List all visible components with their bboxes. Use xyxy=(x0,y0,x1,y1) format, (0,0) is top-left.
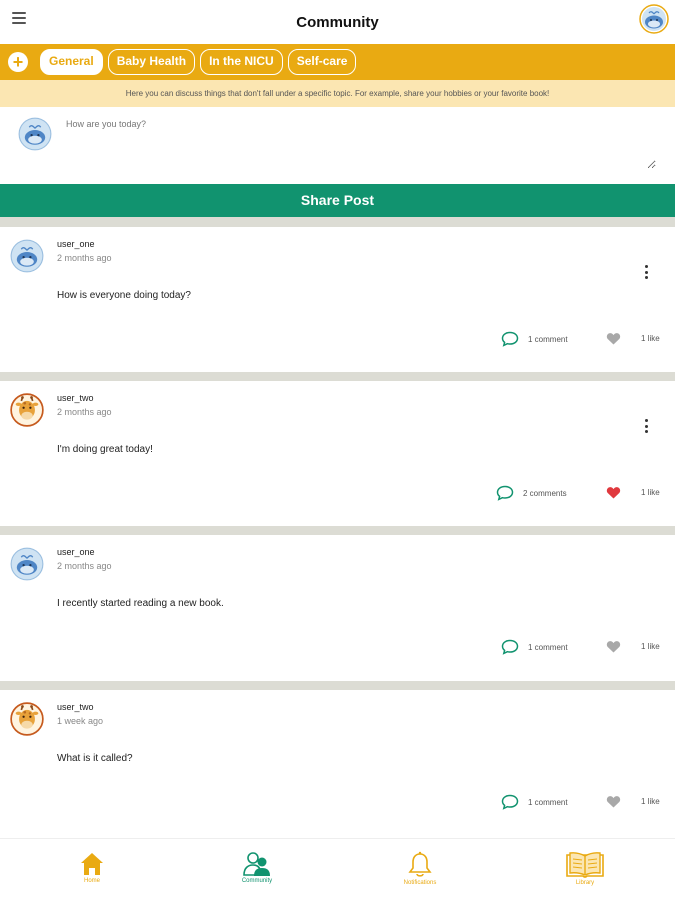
user-avatar[interactable] xyxy=(10,702,44,736)
whale-avatar-icon xyxy=(10,547,44,581)
post-text: How is everyone doing today? xyxy=(57,290,191,301)
like-button[interactable]: 1 like xyxy=(606,332,660,345)
compose-area xyxy=(0,107,675,184)
nav-notifications[interactable]: Notifications xyxy=(380,851,460,886)
topic-description: Here you can discuss things that don't f… xyxy=(0,80,675,107)
comment-count: 2 comments xyxy=(523,488,567,498)
like-count: 1 like xyxy=(641,488,660,497)
post-timestamp: 2 months ago xyxy=(57,407,112,417)
tab-in-the-nicu[interactable]: In the NICU xyxy=(200,49,283,75)
post-card: user_one 2 months ago I recently started… xyxy=(0,535,675,681)
add-topic-button[interactable]: + xyxy=(8,52,28,72)
post-card: user_one 2 months ago How is everyone do… xyxy=(0,227,675,372)
comment-count: 1 comment xyxy=(528,334,568,344)
whale-avatar-icon xyxy=(10,239,44,273)
comment-icon xyxy=(496,485,514,501)
heart-icon xyxy=(606,487,621,499)
nav-home[interactable]: Home xyxy=(52,851,132,884)
nav-label: Notifications xyxy=(403,880,437,886)
post-timestamp: 2 months ago xyxy=(57,253,112,263)
like-count: 1 like xyxy=(641,797,660,806)
post-timestamp: 2 months ago xyxy=(57,561,112,571)
post-username[interactable]: user_two xyxy=(57,702,94,712)
comment-icon xyxy=(501,794,519,810)
compose-avatar xyxy=(18,117,52,151)
nav-label: Home xyxy=(83,878,100,884)
home-icon xyxy=(81,853,103,875)
topic-tab-bar: + General Baby Health In the NICU Self-c… xyxy=(0,44,675,80)
user-avatar[interactable] xyxy=(10,547,44,581)
divider xyxy=(0,681,675,690)
nav-community[interactable]: Community xyxy=(217,851,297,884)
nav-library[interactable]: Library xyxy=(545,851,625,886)
comment-count: 1 comment xyxy=(528,642,568,652)
post-card: user_two 1 week ago What is it called? 1… xyxy=(0,690,675,838)
tab-self-care[interactable]: Self-care xyxy=(287,49,357,75)
more-options-icon[interactable] xyxy=(643,265,649,279)
like-count: 1 like xyxy=(641,334,660,343)
divider xyxy=(0,217,675,227)
nav-label: Library xyxy=(575,880,595,886)
book-icon xyxy=(566,852,604,878)
comment-icon xyxy=(501,331,519,347)
post-timestamp: 1 week ago xyxy=(57,716,104,726)
comment-count: 1 comment xyxy=(528,797,568,807)
community-icon xyxy=(243,852,270,876)
heart-icon xyxy=(606,641,621,653)
giraffe-avatar-icon xyxy=(10,393,44,427)
giraffe-avatar-icon xyxy=(10,702,44,736)
bell-icon xyxy=(408,851,432,877)
user-avatar[interactable] xyxy=(10,239,44,273)
heart-icon xyxy=(606,796,621,808)
like-button[interactable]: 1 like xyxy=(606,795,660,808)
share-post-button[interactable]: Share Post xyxy=(0,184,675,217)
comment-icon xyxy=(501,639,519,655)
divider xyxy=(0,526,675,535)
post-text: I'm doing great today! xyxy=(57,444,153,455)
user-avatar[interactable] xyxy=(10,393,44,427)
nav-label: Community xyxy=(241,878,273,884)
whale-avatar-icon xyxy=(639,4,669,34)
post-text: I recently started reading a new book. xyxy=(57,598,224,609)
post-card: user_two 2 months ago I'm doing great to… xyxy=(0,381,675,526)
comment-button[interactable]: 1 comment xyxy=(501,639,568,655)
post-input[interactable] xyxy=(66,119,656,169)
page-title: Community xyxy=(296,14,379,31)
tab-baby-health[interactable]: Baby Health xyxy=(107,49,196,75)
whale-avatar-icon xyxy=(18,117,52,151)
more-options-icon[interactable] xyxy=(643,419,649,433)
top-bar: Community xyxy=(0,0,675,44)
profile-avatar[interactable] xyxy=(639,4,669,34)
like-button[interactable]: 1 like xyxy=(606,486,660,499)
post-text: What is it called? xyxy=(57,753,133,764)
tab-general[interactable]: General xyxy=(40,49,103,75)
comment-button[interactable]: 1 comment xyxy=(501,331,568,347)
post-username[interactable]: user_one xyxy=(57,239,95,249)
divider xyxy=(0,372,675,381)
heart-icon xyxy=(606,333,621,345)
comment-button[interactable]: 1 comment xyxy=(501,794,568,810)
post-username[interactable]: user_one xyxy=(57,547,95,557)
bottom-navigation: Home Community Notifications Library xyxy=(0,838,675,900)
like-count: 1 like xyxy=(641,642,660,651)
like-button[interactable]: 1 like xyxy=(606,640,660,653)
post-username[interactable]: user_two xyxy=(57,393,94,403)
comment-button[interactable]: 2 comments xyxy=(496,485,567,501)
